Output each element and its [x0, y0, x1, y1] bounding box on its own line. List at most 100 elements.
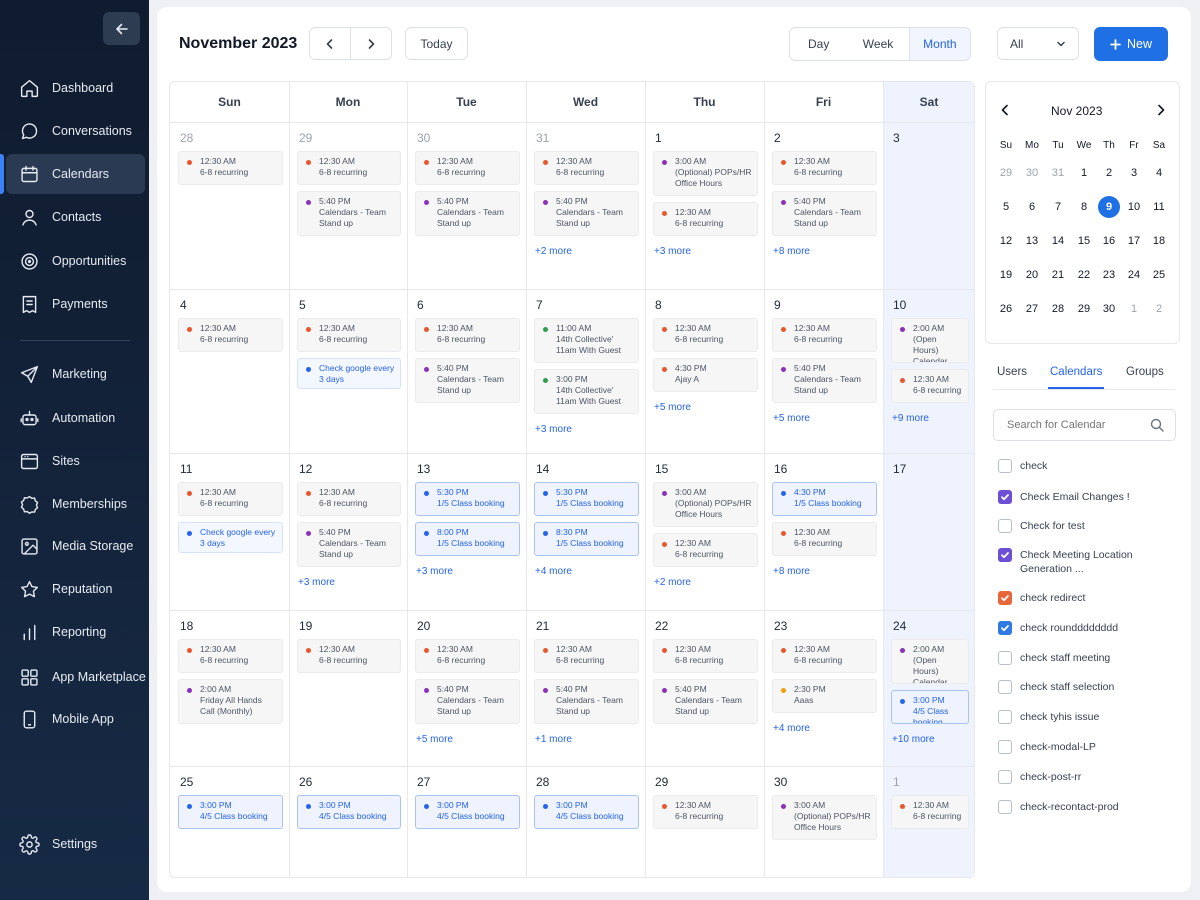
- mini-day[interactable]: 1: [1123, 298, 1145, 320]
- calendar-event[interactable]: 12:30 AM 6-8 recurring: [297, 639, 401, 673]
- calendar-event[interactable]: 12:30 AM 6-8 recurring: [653, 795, 758, 829]
- checkbox-unchecked[interactable]: [998, 680, 1012, 694]
- calendar-filter-item[interactable]: check staff meeting: [998, 651, 1160, 665]
- calendar-search-input[interactable]: [993, 409, 1176, 441]
- calendar-event[interactable]: 3:00 PM 4/5 Class booking: [297, 795, 401, 829]
- calendar-event[interactable]: 12:30 AM 6-8 recurring: [772, 151, 877, 185]
- calendar-filter-item[interactable]: Check for test: [998, 519, 1160, 533]
- mini-day[interactable]: 16: [1098, 230, 1120, 252]
- calendar-event[interactable]: Check google every 3 days: [297, 358, 401, 389]
- mini-day[interactable]: 7: [1047, 196, 1069, 218]
- calendar-event[interactable]: 12:30 AM 6-8 recurring: [415, 639, 520, 673]
- sidebar-item-calendars[interactable]: Calendars: [0, 154, 145, 194]
- sidebar-item-mobile-app[interactable]: Mobile App: [0, 699, 149, 739]
- sidebar-item-conversations[interactable]: Conversations: [0, 111, 149, 151]
- calendar-event[interactable]: 12:30 AM 6-8 recurring: [178, 639, 283, 673]
- calendar-event[interactable]: 3:00 PM 4/5 Class booking: [534, 795, 639, 829]
- day-cell[interactable]: [289, 610, 407, 766]
- calendar-event[interactable]: 12:30 AM 6-8 recurring: [653, 202, 758, 236]
- calendar-filter-item[interactable]: check: [998, 459, 1160, 473]
- calendar-filter-item[interactable]: Check Meeting Location Generation ...: [998, 548, 1160, 576]
- mini-day[interactable]: 27: [1021, 298, 1043, 320]
- calendar-filter-item[interactable]: check tyhis issue: [998, 710, 1160, 724]
- calendar-event[interactable]: 3:00 PM 4/5 Class booking: [891, 690, 969, 724]
- more-events-link[interactable]: +5 more: [416, 734, 453, 745]
- calendar-event[interactable]: 2:00 AM(Open Hours) Calendar Q&A: [891, 639, 969, 684]
- calendar-event[interactable]: 5:40 PM Calendars - Team Stand up: [415, 358, 520, 403]
- mini-prev-button[interactable]: [997, 102, 1013, 118]
- calendar-event[interactable]: 5:40 PM Calendars - Team Stand up: [772, 191, 877, 236]
- mini-day[interactable]: 29: [995, 162, 1017, 184]
- calendar-event[interactable]: 5:30 PM 1/5 Class booking: [415, 482, 520, 516]
- calendar-event[interactable]: 12:30 AM 6-8 recurring: [534, 639, 639, 673]
- checkbox-checked[interactable]: [998, 621, 1012, 635]
- mini-day[interactable]: 21: [1047, 264, 1069, 286]
- calendar-event[interactable]: 3:00 PM 4/5 Class booking: [415, 795, 520, 829]
- calendar-event[interactable]: 2:00 AM(Open Hours) Calendar Q&A: [891, 318, 969, 363]
- calendar-event[interactable]: 12:30 AM 6-8 recurring: [415, 318, 520, 352]
- calendar-event[interactable]: 11:00 AM 14th Collective' 11am With Guest: [534, 318, 639, 363]
- next-month-button[interactable]: [350, 27, 392, 60]
- mini-day[interactable]: 30: [1098, 298, 1120, 320]
- new-event-button[interactable]: New: [1094, 27, 1168, 61]
- mini-day[interactable]: 22: [1073, 264, 1095, 286]
- calendar-event[interactable]: 12:30 AM 6-8 recurring: [178, 151, 283, 185]
- sidebar-item-marketing[interactable]: Marketing: [0, 354, 149, 394]
- mini-day[interactable]: 15: [1073, 230, 1095, 252]
- mini-day[interactable]: 8: [1073, 196, 1095, 218]
- calendar-event[interactable]: 8:00 PM 1/5 Class booking: [415, 522, 520, 556]
- checkbox-unchecked[interactable]: [998, 519, 1012, 533]
- calendar-event[interactable]: 12:30 AM 6-8 recurring: [415, 151, 520, 185]
- calendar-event[interactable]: 3:00 PM 4/5 Class booking: [178, 795, 283, 829]
- mini-day[interactable]: 24: [1123, 264, 1145, 286]
- sidebar-item-app-marketplace[interactable]: App Marketplace: [0, 657, 149, 697]
- mini-day[interactable]: 26: [995, 298, 1017, 320]
- calendar-event[interactable]: 5:40 PM Calendars - Team Stand up: [534, 191, 639, 236]
- sidebar-item-media-storage[interactable]: Media Storage: [0, 526, 149, 566]
- sidebar-item-sites[interactable]: Sites: [0, 441, 149, 481]
- calendar-event[interactable]: 5:40 PM Calendars - Team Stand up: [297, 191, 401, 236]
- calendar-event[interactable]: 5:30 PM 1/5 Class booking: [534, 482, 639, 516]
- day-cell[interactable]: [170, 122, 289, 289]
- sidebar-item-opportunities[interactable]: Opportunities: [0, 241, 149, 281]
- mini-day[interactable]: 29: [1073, 298, 1095, 320]
- calendar-event[interactable]: 3:00 AM (Optional) POPs/HR Office Hours: [772, 795, 877, 840]
- checkbox-unchecked[interactable]: [998, 710, 1012, 724]
- more-events-link[interactable]: +3 more: [535, 424, 572, 435]
- calendar-event[interactable]: 8:30 PM 1/5 Class booking: [534, 522, 639, 556]
- calendar-event[interactable]: 12:30 AM 6-8 recurring: [534, 151, 639, 185]
- calendar-event[interactable]: 12:30 AM 6-8 recurring: [297, 318, 401, 352]
- prev-month-button[interactable]: [309, 27, 351, 60]
- sidebar-item-reputation[interactable]: Reputation: [0, 569, 149, 609]
- more-events-link[interactable]: +3 more: [654, 246, 691, 257]
- calendar-event[interactable]: 5:40 PM Calendars - Team Stand up: [772, 358, 877, 403]
- mini-day[interactable]: 12: [995, 230, 1017, 252]
- mini-day[interactable]: 23: [1098, 264, 1120, 286]
- calendar-filter-item[interactable]: check staff selection: [998, 680, 1160, 694]
- day-cell[interactable]: [883, 122, 975, 289]
- checkbox-checked[interactable]: [998, 591, 1012, 605]
- mini-day[interactable]: 19: [995, 264, 1017, 286]
- day-cell[interactable]: [170, 289, 289, 453]
- calendar-filter-item[interactable]: check-post-rr: [998, 770, 1160, 784]
- calendar-event[interactable]: 3:00 AM (Optional) POPs/HR Office Hours: [653, 151, 758, 196]
- more-events-link[interactable]: +9 more: [892, 413, 929, 424]
- calendar-filter-item[interactable]: check roundddddddd: [998, 621, 1160, 635]
- more-events-link[interactable]: +8 more: [773, 246, 810, 257]
- sidebar-item-automation[interactable]: Automation: [0, 398, 149, 438]
- calendar-filter-select[interactable]: All: [997, 27, 1079, 60]
- mini-day[interactable]: 31: [1047, 162, 1069, 184]
- view-day-button[interactable]: Day: [790, 28, 847, 60]
- calendar-event[interactable]: 5:40 PM Calendars - Team Stand up: [415, 679, 520, 724]
- today-button[interactable]: Today: [405, 27, 468, 60]
- mini-day[interactable]: 2: [1148, 298, 1170, 320]
- more-events-link[interactable]: +1 more: [535, 734, 572, 745]
- calendar-event[interactable]: 4:30 PM Ajay A: [653, 358, 758, 392]
- tab-calendars[interactable]: Calendars: [1050, 366, 1102, 378]
- mini-day[interactable]: 20: [1021, 264, 1043, 286]
- sidebar-item-payments[interactable]: Payments: [0, 284, 149, 324]
- sidebar-item-memberships[interactable]: Memberships: [0, 484, 149, 524]
- calendar-event[interactable]: 3:00 AM (Optional) POPs/HR Office Hours: [653, 482, 758, 527]
- calendar-event[interactable]: 5:40 PM Calendars - Team Stand up: [297, 522, 401, 567]
- mini-day[interactable]: 6: [1021, 196, 1043, 218]
